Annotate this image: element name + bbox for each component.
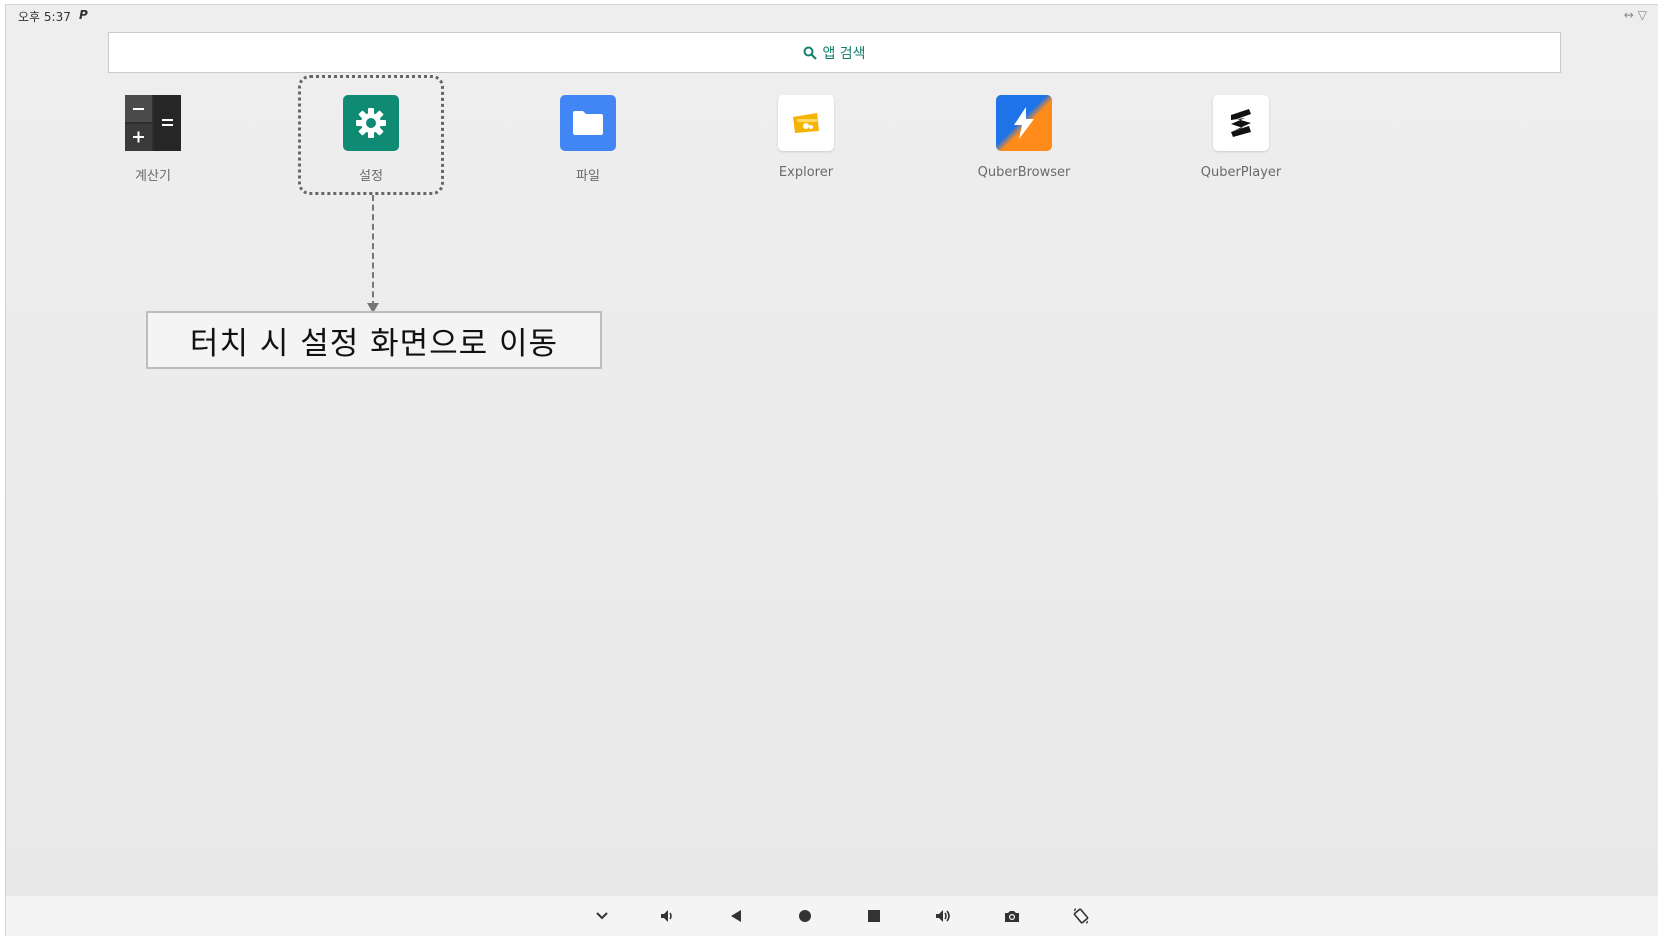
settings-highlight-frame [298, 75, 444, 195]
screenshot-icon[interactable] [999, 904, 1025, 928]
app-quberplayer[interactable]: QuberPlayer [1161, 95, 1321, 180]
app-explorer[interactable]: Explorer [726, 95, 886, 180]
explorer-icon [778, 95, 834, 151]
notification-p-icon: P [79, 8, 88, 22]
app-label: QuberBrowser [977, 165, 1071, 180]
app-quberbrowser[interactable]: QuberBrowser [944, 95, 1104, 180]
navigation-bar [6, 896, 1658, 936]
volume-up-icon[interactable] [930, 904, 956, 928]
collapse-chevron-icon[interactable] [589, 904, 615, 928]
expand-arrows-icon: ↔ [1623, 8, 1638, 22]
search-icon [803, 46, 818, 60]
callout-text: 터치 시 설정 화면으로 이동 [189, 325, 559, 362]
app-calculator[interactable]: 계산기 [73, 95, 233, 184]
back-icon[interactable] [723, 904, 749, 928]
quberbrowser-icon [996, 95, 1052, 151]
android-home-screen: 오후 5:37 P ↔▽ 앱 검색 계산기 설정 파일 Explorer Qub… [5, 4, 1658, 936]
search-label: 앱 검색 [822, 45, 866, 62]
home-icon[interactable] [792, 904, 818, 928]
app-label: Explorer [778, 165, 834, 180]
app-label: QuberPlayer [1200, 165, 1282, 180]
app-search-bar[interactable]: 앱 검색 [108, 32, 1561, 73]
calculator-icon [125, 95, 181, 151]
folder-icon [560, 95, 616, 151]
callout-connector-line [372, 195, 374, 307]
app-label: 파일 [576, 169, 600, 184]
status-icons: ↔▽ [1624, 8, 1651, 22]
recents-icon[interactable] [861, 904, 887, 928]
volume-down-icon[interactable] [654, 904, 680, 928]
status-time: 오후 5:37 [18, 10, 71, 24]
app-label: 계산기 [135, 169, 171, 184]
callout-box: 터치 시 설정 화면으로 이동 [146, 311, 602, 369]
app-files[interactable]: 파일 [508, 95, 668, 184]
rotate-icon[interactable] [1068, 904, 1094, 928]
wifi-icon: ▽ [1637, 8, 1651, 22]
quberplayer-icon [1213, 95, 1269, 151]
